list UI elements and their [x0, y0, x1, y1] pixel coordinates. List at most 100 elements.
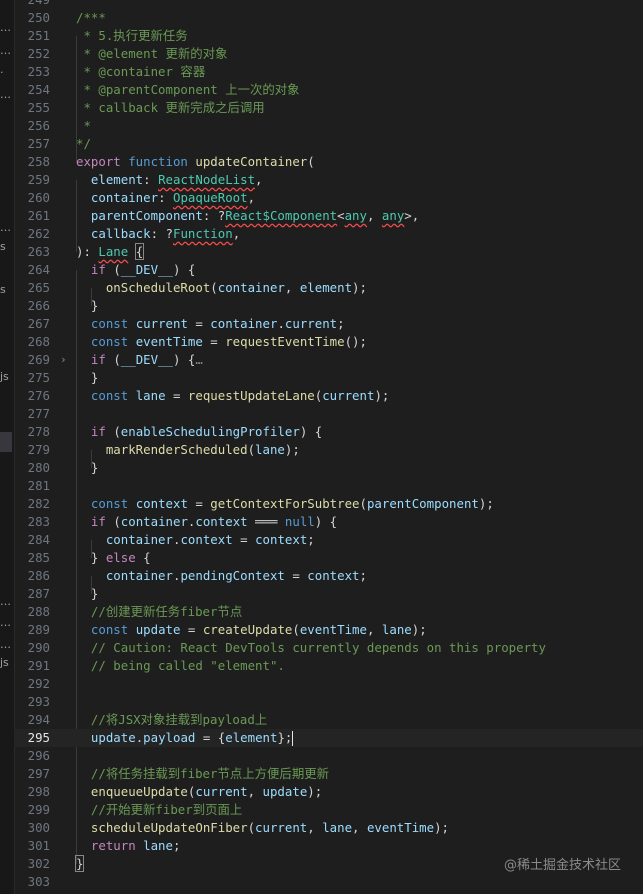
sidebar-file-item[interactable]: s	[0, 241, 14, 253]
code-token: update	[135, 622, 181, 637]
sidebar-active-item[interactable]	[0, 432, 12, 452]
sidebar-file-item[interactable]: …	[0, 639, 14, 651]
code-token: else	[105, 550, 136, 565]
code-line[interactable]: 257 */	[14, 135, 643, 153]
sidebar-file-item[interactable]: …	[0, 45, 14, 57]
code-token: __DEV__	[120, 352, 173, 367]
code-token: function	[128, 154, 196, 169]
code-line[interactable]: 253 * @container 容器	[14, 63, 643, 81]
sidebar-file-item[interactable]: …	[0, 596, 14, 608]
line-number: 252	[27, 46, 50, 61]
code-line[interactable]: 256 *	[14, 117, 643, 135]
sidebar-file-item[interactable]: ·	[0, 67, 14, 79]
code-line[interactable]: 290 // Caution: React DevTools currently…	[14, 639, 643, 657]
code-line[interactable]: 280 }	[14, 459, 643, 477]
line-number: 261	[27, 208, 50, 223]
sidebar-file-item[interactable]: …	[0, 222, 14, 234]
code-token: const	[76, 334, 136, 349]
code-line[interactable]: 295 update.payload = {element};	[14, 729, 643, 747]
code-line[interactable]: 252 * @element 更新的对象	[14, 45, 643, 63]
code-line[interactable]: 281	[14, 477, 643, 495]
code-line[interactable]: 284 container.context = context;	[14, 531, 643, 549]
code-line[interactable]: 288 //创建更新任务fiber节点	[14, 603, 643, 621]
code-line[interactable]: 266 }	[14, 297, 643, 315]
sidebar-file-item[interactable]: js	[0, 371, 14, 383]
line-number: 264	[27, 262, 50, 277]
code-line[interactable]: 265 onScheduleRoot(container, element);	[14, 279, 643, 297]
code-line[interactable]: 255 * callback 更新完成之后调用	[14, 99, 643, 117]
code-line[interactable]: 294 //将JSX对象挂载到payload上	[14, 711, 643, 729]
code-token: current	[322, 388, 375, 403]
code-line[interactable]: 278 if (enableSchedulingProfiler) {	[14, 423, 643, 441]
code-line[interactable]: 285 } else {	[14, 549, 643, 567]
code-token: ,	[307, 820, 323, 835]
code-line[interactable]: 286 container.pendingContext = context;	[14, 567, 643, 585]
code-line[interactable]: 279 markRenderScheduled(lane);	[14, 441, 643, 459]
code-line[interactable]: 254 * @parentComponent 上一次的对象	[14, 81, 643, 99]
code-line[interactable]: 264 if (__DEV__) {	[14, 261, 643, 279]
code-line[interactable]: 269 › if (__DEV__) {…	[14, 351, 643, 369]
code-token: callback	[76, 226, 151, 241]
code-token: =	[187, 496, 211, 511]
code-line[interactable]: 260 container: OpaqueRoot,	[14, 189, 643, 207]
code-token: ;	[307, 532, 315, 547]
code-line[interactable]: 249	[14, 0, 643, 9]
code-token: }	[74, 855, 85, 872]
line-number: 265	[27, 280, 50, 295]
code-text: } else {	[76, 549, 151, 567]
code-line[interactable]: 298 enqueueUpdate(current, update);	[14, 783, 643, 801]
code-line[interactable]: 293	[14, 693, 643, 711]
code-token: __DEV__	[120, 262, 173, 277]
code-token: * 5.执行更新任务	[76, 28, 188, 43]
code-token: >,	[404, 208, 420, 223]
code-line[interactable]: 299 //开始更新fiber到页面上	[14, 801, 643, 819]
code-line[interactable]: 296	[14, 747, 643, 765]
code-text: */	[76, 135, 91, 153]
code-line[interactable]: 251 * 5.执行更新任务	[14, 27, 643, 45]
code-line[interactable]: 258 export function updateContainer(	[14, 153, 643, 171]
code-line[interactable]: 301 return lane;	[14, 837, 643, 855]
code-line[interactable]: 282 const context = getContextForSubtree…	[14, 495, 643, 513]
code-line[interactable]: 267 const current = container.current;	[14, 315, 643, 333]
code-token: eventTime	[366, 820, 435, 835]
code-token: requestUpdateLane	[187, 388, 315, 403]
code-line[interactable]: 291 // being called "element".	[14, 657, 643, 675]
sidebar-file-item[interactable]: …	[0, 89, 14, 101]
code-token: :	[158, 190, 173, 205]
code-line[interactable]: 283 if (container.context ═══ null) {	[14, 513, 643, 531]
line-number: 250	[27, 10, 50, 25]
code-line[interactable]: 297 //将任务挂载到fiber节点上方便后期更新	[14, 765, 643, 783]
code-line[interactable]: 261 parentComponent: ?React$Component<an…	[14, 207, 643, 225]
code-line[interactable]: 263): Lane {	[14, 243, 643, 261]
line-number: 276	[27, 388, 50, 403]
code-line[interactable]: 292	[14, 675, 643, 693]
code-token: current	[284, 316, 338, 331]
line-number: 278	[27, 424, 50, 439]
code-token: =	[232, 532, 256, 547]
code-line[interactable]: 262 callback: ?Function,	[14, 225, 643, 243]
code-text: element: ReactNodeList,	[76, 171, 263, 189]
code-token: (	[359, 496, 367, 511]
code-line[interactable]: 268 const eventTime = requestEventTime()…	[14, 333, 643, 351]
code-line[interactable]: 259 element: ReactNodeList,	[14, 171, 643, 189]
code-token: ,	[366, 208, 382, 223]
code-token: element	[225, 730, 278, 745]
code-line[interactable]: 250 /***	[14, 9, 643, 27]
code-line[interactable]: 289 const update = createUpdate(eventTim…	[14, 621, 643, 639]
sidebar-file-item[interactable]: …	[0, 617, 14, 629]
code-editor[interactable]: 249250/***251 * 5.执行更新任务252 * @element 更…	[14, 0, 643, 894]
sidebar-file-item[interactable]: …	[0, 22, 14, 34]
code-line[interactable]: 276 const lane = requestUpdateLane(curre…	[14, 387, 643, 405]
code-line[interactable]: 300 scheduleUpdateOnFiber(current, lane,…	[14, 819, 643, 837]
code-token: (	[307, 154, 315, 169]
sidebar-file-item[interactable]: s	[0, 284, 14, 296]
code-line[interactable]: 275 }	[14, 369, 643, 387]
code-token: parentComponent	[76, 208, 203, 223]
code-token: :	[143, 172, 159, 187]
code-text: if (__DEV__) {…	[76, 351, 203, 369]
code-line[interactable]: 277	[14, 405, 643, 423]
code-line[interactable]: 303	[14, 873, 643, 891]
code-line[interactable]: 287 }	[14, 585, 643, 603]
sidebar-file-item[interactable]: js	[0, 657, 14, 669]
fold-chevron-icon[interactable]: ›	[60, 351, 67, 369]
